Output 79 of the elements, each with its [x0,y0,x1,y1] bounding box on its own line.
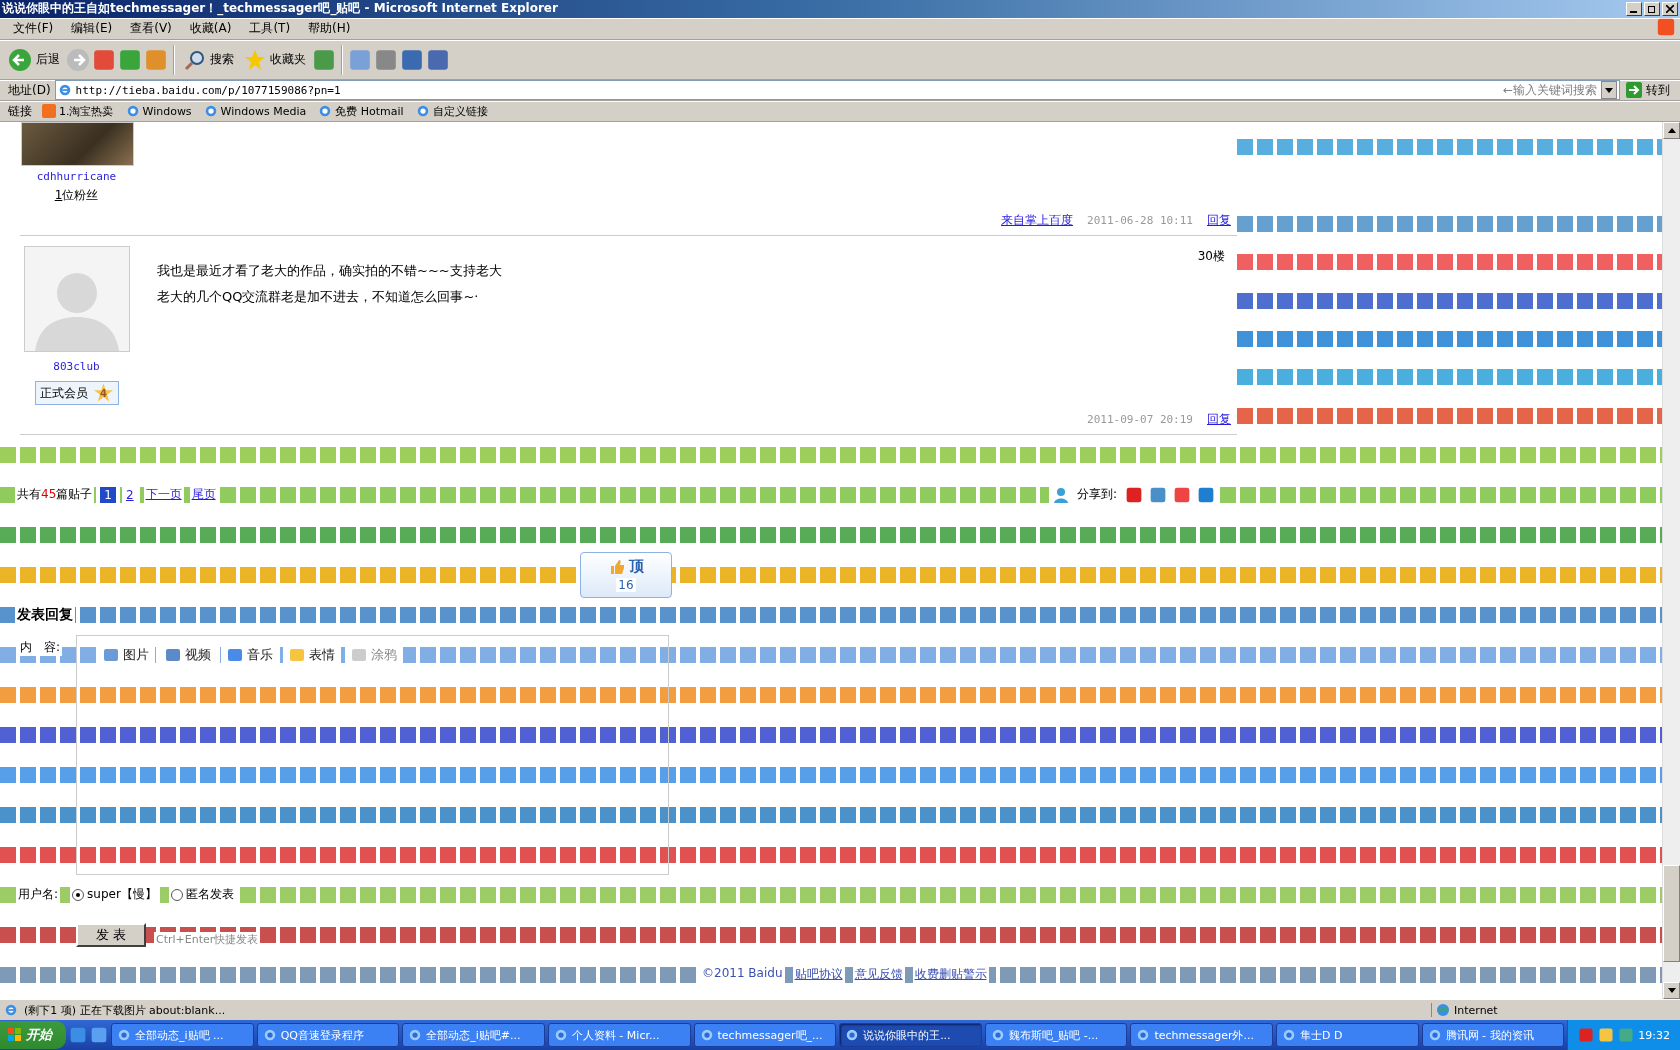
go-button[interactable]: 转到 [1620,81,1676,99]
page-icon [57,83,72,98]
restore-icon [1647,4,1657,14]
search-button[interactable]: 搜索 [180,46,238,73]
upvote-button[interactable]: 顶 16 [580,551,672,598]
last-page-link[interactable]: 尾页 [189,486,218,504]
post-time: 2011-06-28 10:11 [1087,214,1193,228]
menu-item[interactable]: 文件(F) [4,18,63,40]
security-zone: Internet [1431,1003,1676,1017]
clock: 19:32 [1638,1028,1670,1042]
favorites-button[interactable]: 收藏夹 [240,46,310,73]
start-button[interactable]: 开始 [0,1021,66,1049]
submit-button[interactable]: 发 表 [76,922,146,947]
address-label: 地址(D) [7,81,52,99]
windows-logo-icon [1656,17,1676,38]
taskbar-task[interactable]: 魏布斯吧_贴吧 -... [984,1023,1128,1047]
page-link[interactable]: 2 [121,486,138,503]
forward-icon[interactable] [66,47,90,72]
link-item[interactable]: 免费 Hotmail [312,103,410,119]
search-icon [184,48,206,71]
scrollbar[interactable] [1662,121,1680,1000]
window-title: 说说你眼中的王自如techmessager！_techmessager吧_贴吧 - Microsoft Internet Explorer [2,0,558,18]
star-icon [244,48,266,71]
person-icon [1052,486,1069,503]
taskbar-task[interactable]: 个人资料 - Micr... [547,1023,691,1047]
taskbar-task[interactable]: 说说你眼中的王... [839,1023,982,1047]
restore-button[interactable] [1644,2,1660,16]
copyright-text: ©2011 Baidu [700,966,785,984]
globe-icon [1436,1003,1450,1017]
next-page-link[interactable]: 下一页 [143,486,184,504]
taskbar-task[interactable]: 腾讯网 - 我的资讯 [1421,1023,1565,1047]
down-arrow-icon [1667,988,1676,994]
taskbar-task[interactable]: QQ音速登录程序 [256,1023,400,1047]
menu-item[interactable]: 编辑(E) [62,18,122,40]
reply-link[interactable]: 回复 [1205,410,1233,428]
identity-radio[interactable]: 匿名发表 [168,886,236,904]
footer-link[interactable]: 贴吧协议 [792,966,845,984]
shortcut-hint: Ctrl+Enter快捷发表 [154,932,261,948]
taskbar-task[interactable]: techmessager外... [1130,1023,1273,1047]
close-icon [1666,5,1674,13]
taskbar-task[interactable]: 全部动态_i贴吧 ... [111,1023,254,1047]
author-name[interactable]: 803club [53,360,100,374]
minimize-button[interactable] [1626,2,1642,16]
link-item[interactable]: Windows [119,104,198,119]
taskbar-task[interactable]: techmessager吧_... [693,1023,837,1047]
scrollbar-thumb[interactable] [1663,865,1680,963]
page-link[interactable]: 1 [100,486,116,503]
back-button[interactable]: 后退 [4,45,64,74]
up-arrow-icon [1667,127,1676,133]
menu-item[interactable]: 帮助(H) [299,18,360,40]
menu-item[interactable]: 查看(V) [121,18,181,40]
links-label: 链接 [7,102,33,120]
link-item[interactable]: 1.淘宝热卖 [36,103,120,119]
floor-number: 30楼 [1197,248,1226,266]
taskbar-task[interactable]: 隼士D D [1276,1023,1419,1047]
link-item[interactable]: 自定义链接 [409,103,494,119]
post-text: 老大的几个QQ交流群老是加不进去，不知道怎么回事~· [157,288,480,307]
content-label: 内 容: [18,638,63,656]
down-arrow-icon [1605,87,1613,93]
windows-logo-icon [8,1028,22,1042]
post-text: 我也是最近才看了老大的作品，确实拍的不错~~~支持老大 [157,262,503,281]
menu-item[interactable]: 工具(T) [240,18,300,40]
footer-link[interactable]: 收费删贴警示 [912,966,989,984]
page-icon [4,1003,18,1017]
reply-heading: 发表回复 [15,605,75,624]
footer-link[interactable]: 意见反馈 [852,966,905,984]
link-item[interactable]: Windows Media [197,104,313,119]
author-name[interactable]: cdhhurricane [36,169,117,183]
taskbar-task[interactable]: 全部动态_i贴吧#... [402,1023,545,1047]
thumbs-up-icon [608,558,625,575]
member-badge: 正式会员 4 [34,381,119,406]
fans-count: 1位粉丝 [54,186,99,204]
close-button[interactable] [1662,2,1678,16]
menu-item[interactable]: 收藏(A) [180,18,241,40]
identity-radio[interactable]: super【慢】 [70,886,159,904]
status-text: (剩下1 项) 正在下载图片 about:blank... [24,1002,227,1018]
address-field[interactable]: http://tieba.baidu.com/p/1077159086?pn=1 ←输入关键词搜索 [54,80,1620,101]
post-time: 2011-09-07 20:19 [1087,412,1193,426]
post-count: 共有45篇贴子 [15,486,95,504]
